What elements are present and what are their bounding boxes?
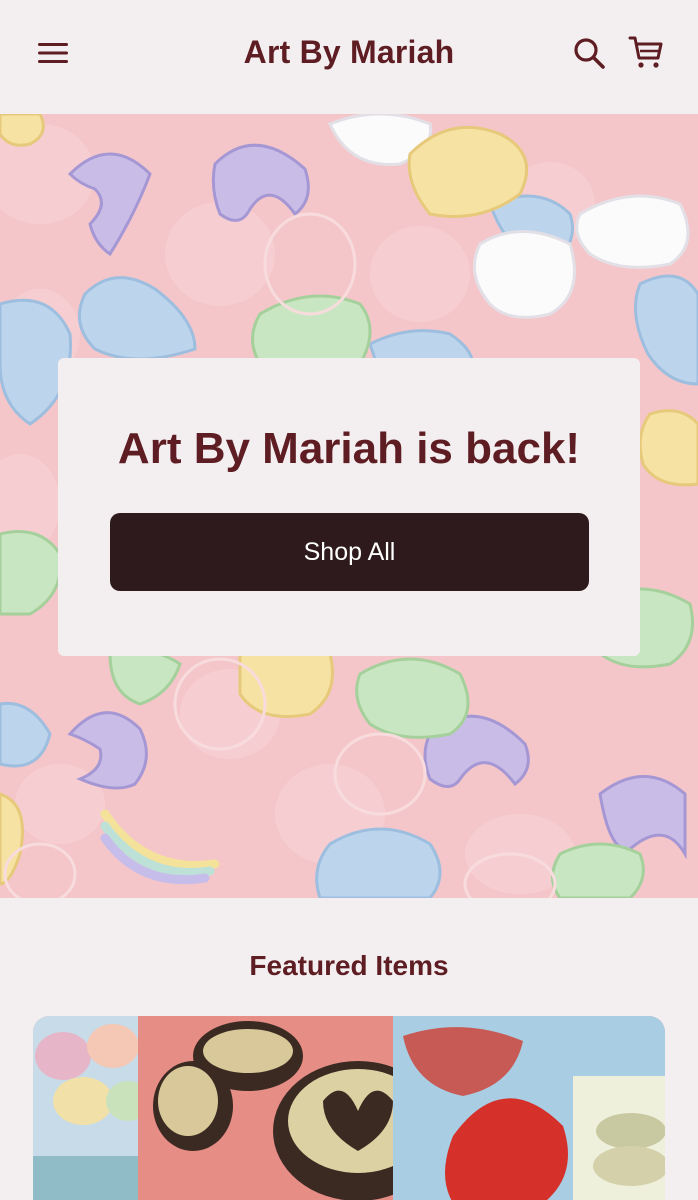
hero-banner: Art By Mariah is back! Shop All <box>0 114 698 898</box>
hero-card: Art By Mariah is back! Shop All <box>58 358 640 656</box>
search-icon[interactable] <box>572 36 606 70</box>
shop-all-button[interactable]: Shop All <box>110 513 589 591</box>
featured-item-image[interactable] <box>33 1016 665 1200</box>
featured-items-heading: Featured Items <box>249 950 449 981</box>
cart-icon[interactable] <box>628 34 664 70</box>
site-header: Art By Mariah <box>0 0 698 114</box>
hero-heading: Art By Mariah is back! <box>117 424 581 473</box>
